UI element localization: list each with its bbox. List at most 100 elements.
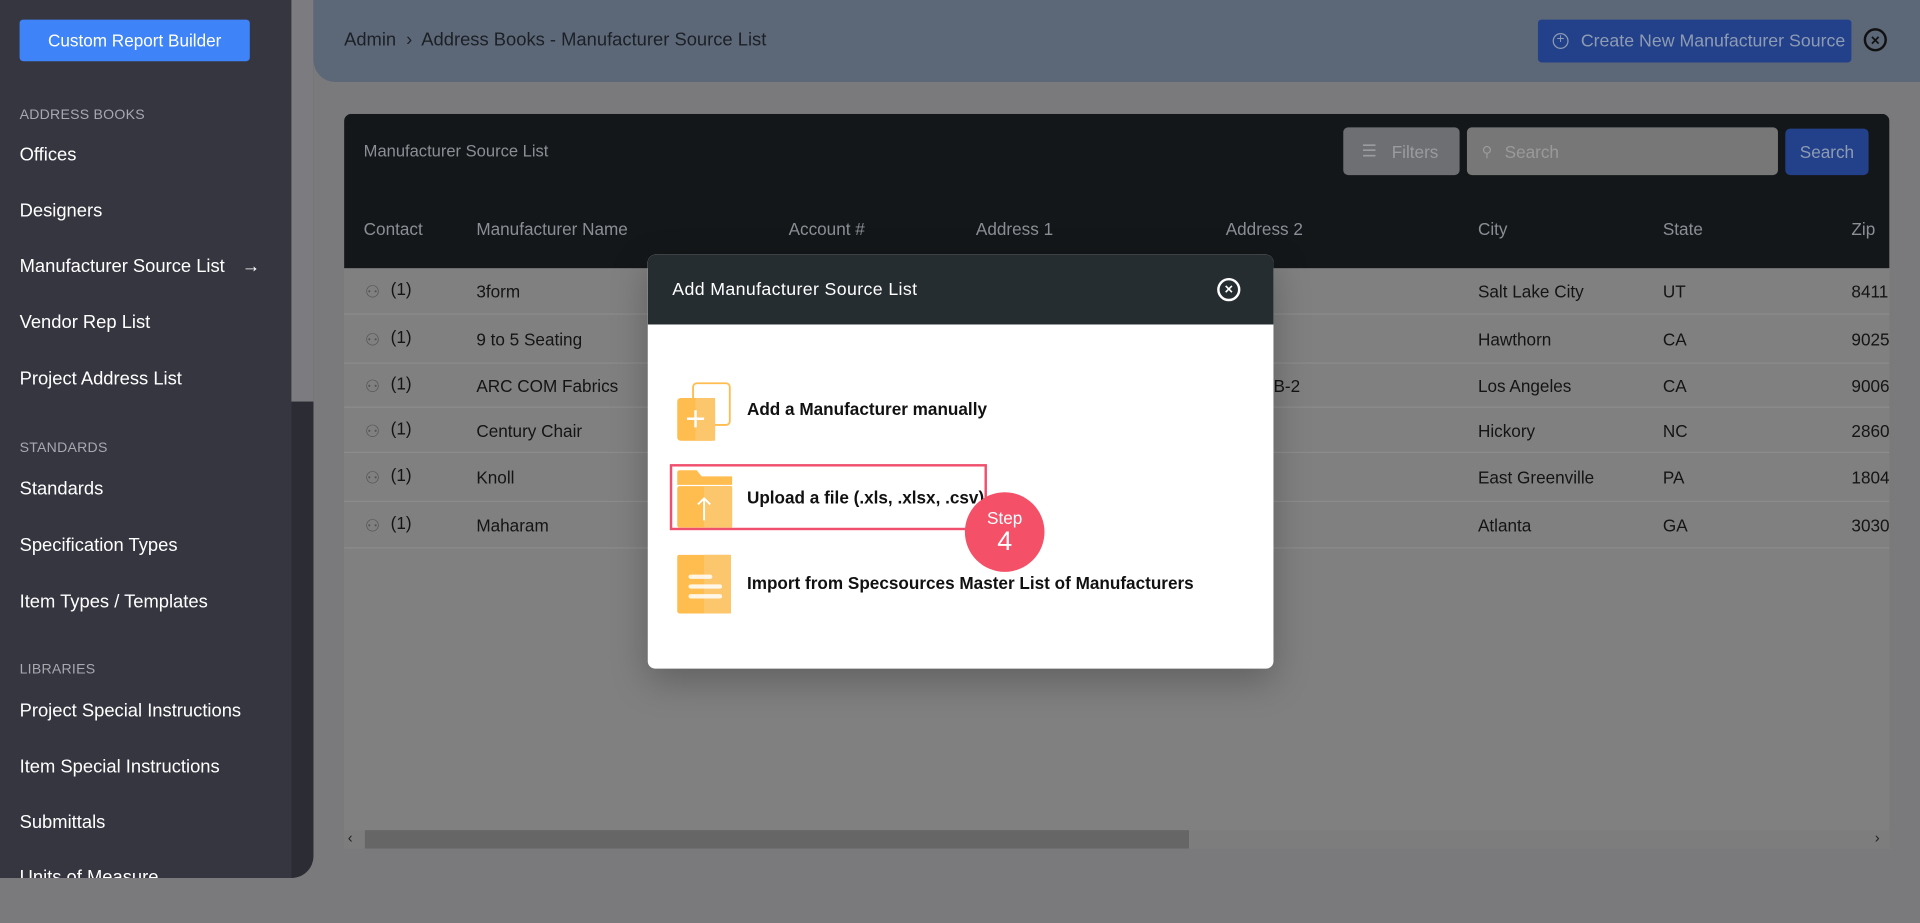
scrollbar-thumb[interactable] [364,830,1189,849]
sidebar-item-label: Manufacturer Source List [19,255,225,277]
cell-city: Hawthorn [1477,329,1552,349]
cell-name: Maharam [476,515,549,536]
step-highlight-box [669,464,987,531]
cell-city: Atlanta [1477,515,1532,536]
filters-label: Filters [1391,141,1439,162]
contacts-icon[interactable]: ⚇ [365,329,380,350]
contacts-icon[interactable]: ⚇ [365,421,380,442]
import-master-list-label[interactable]: Import from Specsources Master List of M… [747,573,1194,593]
sidebar-item-designers[interactable]: Designers [20,201,103,222]
cell-city: Salt Lake City [1477,281,1584,301]
scroll-left-icon[interactable]: ‹ [348,829,353,846]
cell-state: CA [1662,329,1687,349]
cell-name: 9 to 5 Seating [476,329,583,349]
sidebar-item-item-types[interactable]: Item Types / Templates [20,591,208,612]
sidebar-item-item-special-instructions[interactable]: Item Special Instructions [20,757,220,778]
sidebar-item-project-address-list[interactable]: Project Address List [20,369,182,390]
cell-state: PA [1662,467,1685,488]
close-icon[interactable]: × [1863,28,1887,52]
cell-name: ARC COM Fabrics [476,375,619,396]
search-button[interactable]: Search [1785,128,1869,176]
document-list-icon [677,554,732,614]
section-standards: STANDARDS [19,440,108,456]
contact-count[interactable]: (1) [391,279,412,299]
sidebar-scrollbar[interactable] [291,0,314,402]
horizontal-scrollbar[interactable]: ‹ › [344,829,1890,849]
cell-zip: 3030 [1851,515,1890,536]
cell-city: Hickory [1477,420,1536,441]
sidebar-item-standards[interactable]: Standards [20,479,104,500]
contacts-icon[interactable]: ⚇ [365,468,380,489]
sidebar-scrollbar-track [291,401,314,878]
search-icon: ⚲ [1481,142,1493,160]
cell-address2: B-2 [1273,375,1301,396]
search-input[interactable]: ⚲ Search [1466,127,1778,176]
contact-count[interactable]: (1) [391,373,412,393]
sidebar-item-submittals[interactable]: Submittals [20,812,106,833]
column-zip[interactable]: Zip [1851,219,1875,239]
column-city[interactable]: City [1478,219,1508,239]
cell-zip: 9025 [1851,329,1890,349]
sidebar-item-vendor-rep-list[interactable]: Vendor Rep List [20,312,151,333]
cell-zip: 8411 [1851,281,1889,301]
cell-zip: 9006 [1851,375,1890,396]
sidebar-item-project-special-instructions[interactable]: Project Special Instructions [20,700,242,721]
table-header: Manufacturer Source List ☰ Filters ⚲ Searc… [344,113,1890,269]
contact-count[interactable]: (1) [391,465,412,485]
cell-state: NC [1662,420,1688,441]
column-account[interactable]: Account # [789,219,865,239]
cell-state: UT [1662,281,1686,301]
filter-icon: ☰ [1361,140,1378,161]
column-address-2[interactable]: Address 2 [1226,219,1303,239]
arrow-right-icon: → [241,255,261,277]
cell-state: CA [1662,375,1687,396]
cell-name: 3form [476,281,521,301]
custom-report-builder-button[interactable]: Custom Report Builder [19,19,250,62]
cell-name: Century Chair [476,420,583,441]
add-manually-option[interactable] [677,382,731,441]
page-title: Address Books - Manufacturer Source List [421,29,767,51]
sidebar-item-units-of-measure[interactable]: Units of Measure [20,867,159,878]
add-document-icon [677,382,731,441]
column-state[interactable]: State [1663,219,1703,239]
table-title: Manufacturer Source List [363,142,549,161]
step-number: 4 [997,525,1013,556]
contact-count[interactable]: (1) [391,513,412,533]
contact-count[interactable]: (1) [391,327,412,347]
search-placeholder: Search [1504,141,1559,162]
contacts-icon[interactable]: ⚇ [365,516,380,537]
column-manufacturer-name[interactable]: Manufacturer Name [476,219,627,239]
cell-zip: 1804 [1851,467,1890,488]
filters-button[interactable]: ☰ Filters [1343,127,1460,176]
create-button-label: Create New Manufacturer Source [1580,31,1846,51]
plus-circle-icon: + [1552,32,1569,49]
section-libraries: LIBRARIES [19,662,96,678]
cell-city: Los Angeles [1477,375,1572,396]
sidebar-item-offices[interactable]: Offices [20,144,77,165]
create-manufacturer-source-button[interactable]: + Create New Manufacturer Source [1537,19,1852,63]
import-master-list-option[interactable] [677,554,732,620]
breadcrumb-separator: › [406,29,413,51]
add-manufacturer-modal: Add Manufacturer Source List × Add a Man… [647,254,1274,669]
page-header: Admin › Address Books - Manufacturer Sou… [313,0,1920,83]
step-badge: Step 4 [964,492,1045,572]
breadcrumb: Admin › Address Books - Manufacturer Sou… [344,29,766,50]
breadcrumb-admin[interactable]: Admin [344,29,396,50]
sidebar-item-manufacturer-source-list[interactable]: Manufacturer Source List → [20,256,261,277]
section-address-books: ADDRESS BOOKS [19,107,145,123]
column-address-1[interactable]: Address 1 [976,219,1053,239]
modal-header: Add Manufacturer Source List × [647,254,1274,325]
cell-name: Knoll [476,467,515,488]
cell-zip: 2860 [1851,420,1890,441]
add-manually-label[interactable]: Add a Manufacturer manually [747,399,987,419]
cell-state: GA [1662,515,1688,536]
contacts-icon[interactable]: ⚇ [365,281,380,302]
column-contact[interactable]: Contact [364,219,423,239]
scroll-right-icon[interactable]: › [1875,829,1880,846]
sidebar-item-specification-types[interactable]: Specification Types [20,535,178,556]
contacts-icon[interactable]: ⚇ [365,376,380,397]
modal-close-icon[interactable]: × [1217,277,1241,302]
modal-title: Add Manufacturer Source List [672,280,918,301]
contact-count[interactable]: (1) [391,418,412,438]
cell-city: East Greenville [1477,467,1595,488]
